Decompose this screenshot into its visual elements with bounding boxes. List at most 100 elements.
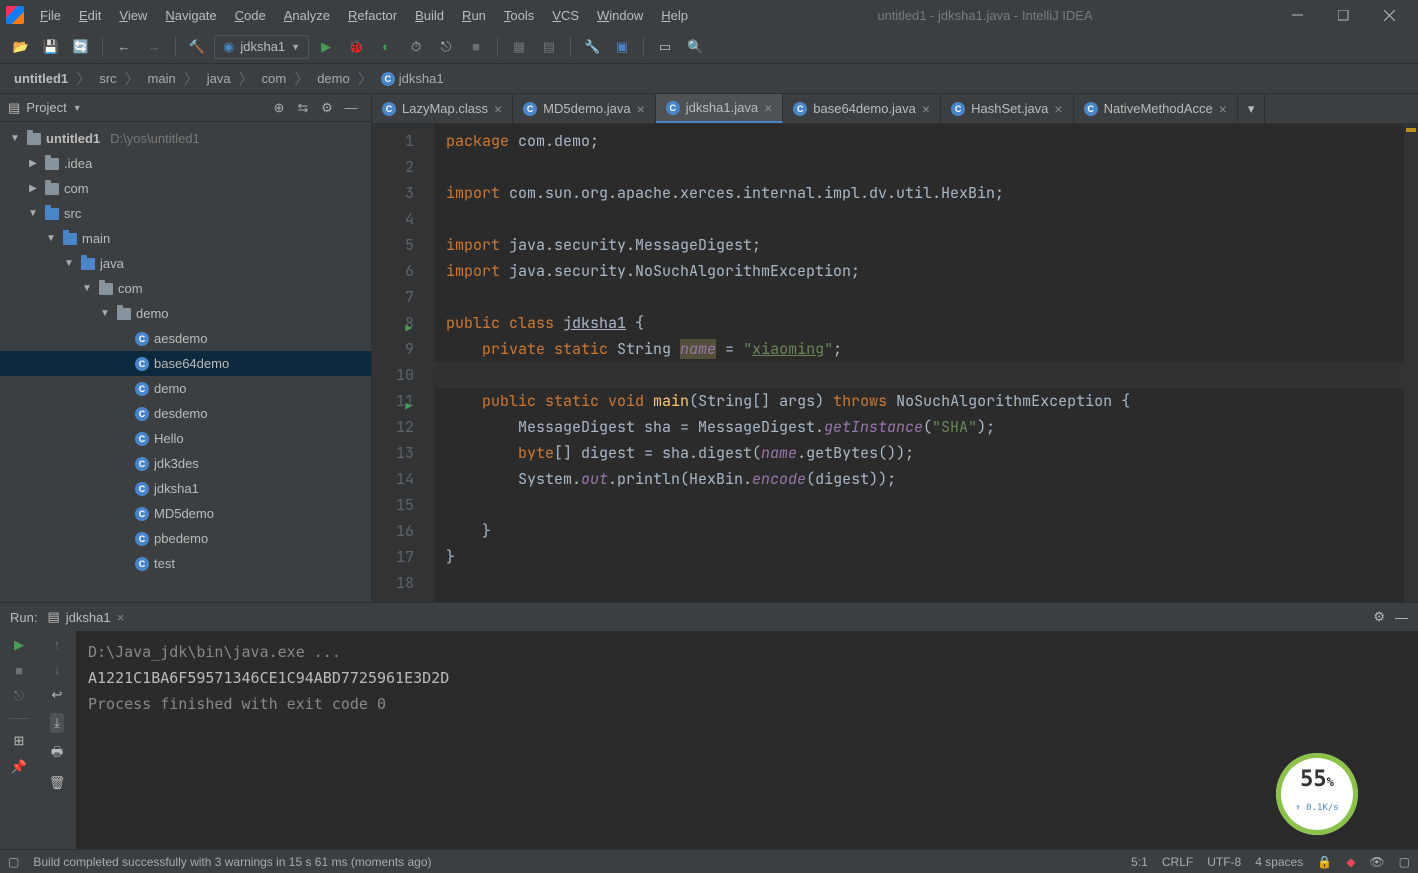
dump-button[interactable]: ⎋: [14, 688, 24, 704]
code-line[interactable]: public class jdksha1 {: [446, 310, 1404, 336]
soft-wrap-button[interactable]: ↩: [52, 687, 63, 703]
line-number[interactable]: 17: [372, 544, 414, 570]
tree-node-.idea[interactable]: ▶.idea: [0, 151, 371, 176]
structure-button[interactable]: ▦: [506, 34, 532, 60]
up-button[interactable]: ↑: [54, 637, 61, 652]
warning-marker-icon[interactable]: [1406, 128, 1416, 132]
tree-node-aesdemo[interactable]: Caesdemo: [0, 326, 371, 351]
hide-panel-button[interactable]: —: [339, 96, 363, 120]
down-button[interactable]: ↓: [54, 662, 61, 677]
notifier-icon[interactable]: ◆: [1346, 855, 1355, 869]
more-tabs-button[interactable]: ▾: [1238, 94, 1266, 123]
menu-analyze[interactable]: Analyze: [276, 4, 338, 27]
pin-button[interactable]: 📌: [11, 759, 27, 775]
run-config-selector[interactable]: ◉ jdksha1 ▼: [214, 35, 309, 59]
close-tab-icon[interactable]: ×: [764, 100, 772, 116]
tab-base64demo.java[interactable]: Cbase64demo.java×: [783, 94, 941, 123]
line-number[interactable]: 4: [372, 206, 414, 232]
code-line[interactable]: MessageDigest sha = MessageDigest.getIns…: [446, 414, 1404, 440]
forward-button[interactable]: →: [141, 34, 167, 60]
clear-button[interactable]: 🗑: [49, 775, 66, 791]
indent-setting[interactable]: 4 spaces: [1255, 855, 1303, 869]
code-line[interactable]: }: [446, 518, 1404, 544]
line-number[interactable]: 9: [372, 336, 414, 362]
stop-button[interactable]: ■: [463, 34, 489, 60]
locate-button[interactable]: ⊕: [267, 96, 291, 120]
line-number[interactable]: 5: [372, 232, 414, 258]
menu-run[interactable]: Run: [454, 4, 494, 27]
tree-root[interactable]: ▼ untitled1 D:\yos\untitled1: [0, 126, 371, 151]
close-button[interactable]: [1366, 0, 1412, 30]
code-area[interactable]: 12345678▶91011▶12131415161718 package co…: [372, 124, 1418, 602]
gutter[interactable]: 12345678▶91011▶12131415161718: [372, 124, 434, 602]
file-encoding[interactable]: UTF-8: [1207, 855, 1241, 869]
line-number[interactable]: 14: [372, 466, 414, 492]
tree-node-src[interactable]: ▼src: [0, 201, 371, 226]
expand-arrow-icon[interactable]: ▼: [26, 208, 40, 219]
breadcrumb-com[interactable]: com: [262, 71, 287, 86]
settings-button[interactable]: 🔧: [579, 34, 605, 60]
tree-node-jdksha1[interactable]: Cjdksha1: [0, 476, 371, 501]
tool-window-button[interactable]: ▢: [8, 855, 19, 869]
breadcrumb-java[interactable]: java: [207, 71, 231, 86]
menu-code[interactable]: Code: [227, 4, 274, 27]
expand-arrow-icon[interactable]: ▼: [8, 133, 22, 144]
attach-button[interactable]: ⎋: [433, 34, 459, 60]
tab-LazyMap.class[interactable]: CLazyMap.class×: [372, 94, 513, 123]
run-output[interactable]: D:\Java_jdk\bin\java.exe ...A1221C1BA6F5…: [76, 631, 1418, 849]
close-tab-icon[interactable]: ×: [1219, 101, 1227, 117]
avd-button[interactable]: ▭: [652, 34, 678, 60]
stop-run-button[interactable]: ■: [15, 663, 23, 678]
tree-node-MD5demo[interactable]: CMD5demo: [0, 501, 371, 526]
code-line[interactable]: System.out.println(HexBin.encode(digest)…: [446, 466, 1404, 492]
menu-view[interactable]: View: [111, 4, 155, 27]
profile-button[interactable]: ⏱: [403, 34, 429, 60]
back-button[interactable]: ←: [111, 34, 137, 60]
tree-node-main[interactable]: ▼main: [0, 226, 371, 251]
expand-arrow-icon[interactable]: ▼: [44, 233, 58, 244]
tree-node-com[interactable]: ▼com: [0, 276, 371, 301]
close-tab-icon[interactable]: ×: [637, 101, 645, 117]
line-number[interactable]: 8▶: [372, 310, 414, 336]
line-number[interactable]: 1: [372, 128, 414, 154]
expand-arrow-icon[interactable]: ▼: [62, 258, 76, 269]
search-button[interactable]: 🔍: [682, 34, 708, 60]
line-number[interactable]: 15: [372, 492, 414, 518]
tab-HashSet.java[interactable]: CHashSet.java×: [941, 94, 1074, 123]
expand-button[interactable]: ⇆: [291, 96, 315, 120]
tree-node-Hello[interactable]: CHello: [0, 426, 371, 451]
inspect-icon[interactable]: ▢: [1399, 855, 1410, 869]
sdk-button[interactable]: ▣: [609, 34, 635, 60]
run-settings-button[interactable]: ⚙: [1373, 609, 1385, 625]
tree-node-base64demo[interactable]: Cbase64demo: [0, 351, 371, 376]
rerun-button[interactable]: ▶: [14, 637, 24, 653]
code-line[interactable]: import java.security.NoSuchAlgorithmExce…: [446, 258, 1404, 284]
save-button[interactable]: 💾: [38, 34, 64, 60]
code-line[interactable]: import com.sun.org.apache.xerces.interna…: [446, 180, 1404, 206]
code-line[interactable]: [446, 492, 1404, 518]
run-button[interactable]: ▶: [313, 34, 339, 60]
expand-arrow-icon[interactable]: ▶: [26, 183, 40, 194]
debug-button[interactable]: 🐞: [343, 34, 369, 60]
breadcrumb-demo[interactable]: demo: [317, 71, 350, 86]
sync-button[interactable]: 🔄: [68, 34, 94, 60]
print-button[interactable]: 🖶: [51, 743, 63, 765]
build-button[interactable]: 🔨: [184, 34, 210, 60]
line-number[interactable]: 16: [372, 518, 414, 544]
line-number[interactable]: 18: [372, 570, 414, 596]
tree-node-pbedemo[interactable]: Cpbedemo: [0, 526, 371, 551]
line-separator[interactable]: CRLF: [1162, 855, 1193, 869]
expand-arrow-icon[interactable]: ▶: [26, 158, 40, 169]
menu-tools[interactable]: Tools: [496, 4, 542, 27]
code-line[interactable]: [446, 206, 1404, 232]
breadcrumb-untitled1[interactable]: untitled1: [14, 71, 68, 86]
breadcrumb-main[interactable]: main: [148, 71, 176, 86]
breadcrumb-jdksha1[interactable]: C jdksha1: [381, 71, 444, 86]
close-tab-icon[interactable]: ×: [117, 610, 125, 625]
line-number[interactable]: 6: [372, 258, 414, 284]
code-line[interactable]: [446, 284, 1404, 310]
tree-node-test[interactable]: Ctest: [0, 551, 371, 576]
tree-node-com[interactable]: ▶com: [0, 176, 371, 201]
close-tab-icon[interactable]: ×: [922, 101, 930, 117]
tree-node-demo[interactable]: Cdemo: [0, 376, 371, 401]
